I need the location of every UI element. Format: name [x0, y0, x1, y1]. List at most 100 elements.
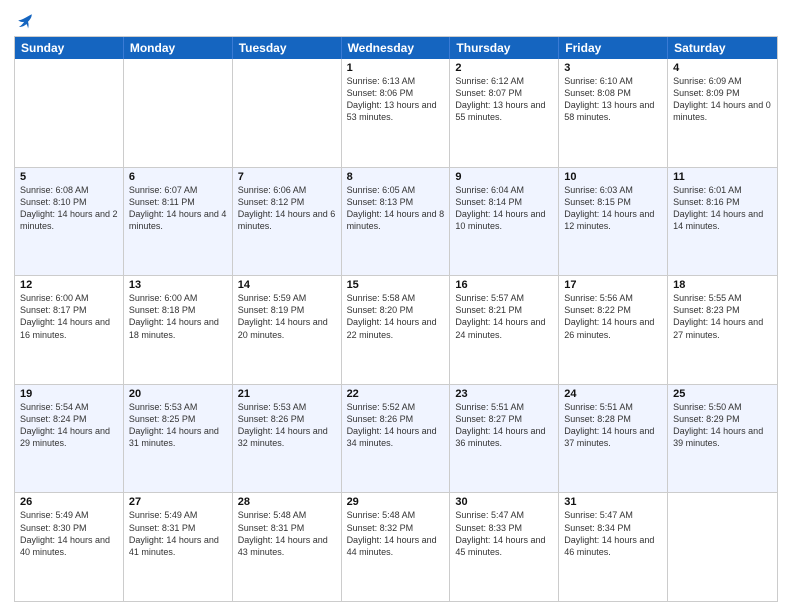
calendar-cell: 20Sunrise: 5:53 AM Sunset: 8:25 PM Dayli…: [124, 385, 233, 493]
cell-info-text: Sunrise: 6:07 AM Sunset: 8:11 PM Dayligh…: [129, 184, 227, 233]
calendar-row-4: 19Sunrise: 5:54 AM Sunset: 8:24 PM Dayli…: [15, 384, 777, 493]
cell-info-text: Sunrise: 5:56 AM Sunset: 8:22 PM Dayligh…: [564, 292, 662, 341]
cell-date-number: 21: [238, 388, 336, 400]
calendar-row-5: 26Sunrise: 5:49 AM Sunset: 8:30 PM Dayli…: [15, 492, 777, 601]
cell-info-text: Sunrise: 6:08 AM Sunset: 8:10 PM Dayligh…: [20, 184, 118, 233]
cell-info-text: Sunrise: 6:00 AM Sunset: 8:18 PM Dayligh…: [129, 292, 227, 341]
cell-info-text: Sunrise: 5:48 AM Sunset: 8:31 PM Dayligh…: [238, 509, 336, 558]
cell-date-number: 7: [238, 171, 336, 183]
calendar-cell: 21Sunrise: 5:53 AM Sunset: 8:26 PM Dayli…: [233, 385, 342, 493]
cell-date-number: 8: [347, 171, 445, 183]
cell-date-number: 30: [455, 496, 553, 508]
cell-date-number: 27: [129, 496, 227, 508]
weekday-header-wednesday: Wednesday: [342, 37, 451, 59]
cell-info-text: Sunrise: 6:01 AM Sunset: 8:16 PM Dayligh…: [673, 184, 772, 233]
cell-info-text: Sunrise: 5:49 AM Sunset: 8:30 PM Dayligh…: [20, 509, 118, 558]
calendar-cell: [15, 59, 124, 167]
calendar-row-3: 12Sunrise: 6:00 AM Sunset: 8:17 PM Dayli…: [15, 275, 777, 384]
calendar-header: SundayMondayTuesdayWednesdayThursdayFrid…: [15, 37, 777, 59]
calendar-cell: 10Sunrise: 6:03 AM Sunset: 8:15 PM Dayli…: [559, 168, 668, 276]
calendar-cell: 24Sunrise: 5:51 AM Sunset: 8:28 PM Dayli…: [559, 385, 668, 493]
cell-info-text: Sunrise: 5:59 AM Sunset: 8:19 PM Dayligh…: [238, 292, 336, 341]
cell-date-number: 29: [347, 496, 445, 508]
cell-info-text: Sunrise: 5:52 AM Sunset: 8:26 PM Dayligh…: [347, 401, 445, 450]
cell-date-number: 25: [673, 388, 772, 400]
calendar-cell: 28Sunrise: 5:48 AM Sunset: 8:31 PM Dayli…: [233, 493, 342, 601]
cell-info-text: Sunrise: 5:47 AM Sunset: 8:34 PM Dayligh…: [564, 509, 662, 558]
calendar-cell: 31Sunrise: 5:47 AM Sunset: 8:34 PM Dayli…: [559, 493, 668, 601]
cell-date-number: 20: [129, 388, 227, 400]
weekday-header-tuesday: Tuesday: [233, 37, 342, 59]
cell-info-text: Sunrise: 5:51 AM Sunset: 8:27 PM Dayligh…: [455, 401, 553, 450]
cell-date-number: 9: [455, 171, 553, 183]
cell-info-text: Sunrise: 5:55 AM Sunset: 8:23 PM Dayligh…: [673, 292, 772, 341]
cell-date-number: 13: [129, 279, 227, 291]
cell-date-number: 2: [455, 62, 553, 74]
logo-bird-icon: [16, 12, 34, 30]
cell-date-number: 17: [564, 279, 662, 291]
calendar-cell: [668, 493, 777, 601]
calendar-cell: 23Sunrise: 5:51 AM Sunset: 8:27 PM Dayli…: [450, 385, 559, 493]
cell-info-text: Sunrise: 6:10 AM Sunset: 8:08 PM Dayligh…: [564, 75, 662, 124]
cell-info-text: Sunrise: 6:06 AM Sunset: 8:12 PM Dayligh…: [238, 184, 336, 233]
cell-date-number: 11: [673, 171, 772, 183]
cell-date-number: 28: [238, 496, 336, 508]
cell-info-text: Sunrise: 5:53 AM Sunset: 8:26 PM Dayligh…: [238, 401, 336, 450]
cell-date-number: 6: [129, 171, 227, 183]
cell-date-number: 14: [238, 279, 336, 291]
calendar-cell: 19Sunrise: 5:54 AM Sunset: 8:24 PM Dayli…: [15, 385, 124, 493]
cell-date-number: 16: [455, 279, 553, 291]
cell-date-number: 4: [673, 62, 772, 74]
calendar-body: 1Sunrise: 6:13 AM Sunset: 8:06 PM Daylig…: [15, 59, 777, 601]
cell-date-number: 15: [347, 279, 445, 291]
cell-info-text: Sunrise: 5:57 AM Sunset: 8:21 PM Dayligh…: [455, 292, 553, 341]
weekday-header-sunday: Sunday: [15, 37, 124, 59]
cell-date-number: 31: [564, 496, 662, 508]
cell-info-text: Sunrise: 6:04 AM Sunset: 8:14 PM Dayligh…: [455, 184, 553, 233]
cell-date-number: 12: [20, 279, 118, 291]
calendar-cell: 29Sunrise: 5:48 AM Sunset: 8:32 PM Dayli…: [342, 493, 451, 601]
cell-date-number: 1: [347, 62, 445, 74]
weekday-header-thursday: Thursday: [450, 37, 559, 59]
calendar-cell: 4Sunrise: 6:09 AM Sunset: 8:09 PM Daylig…: [668, 59, 777, 167]
calendar-cell: 30Sunrise: 5:47 AM Sunset: 8:33 PM Dayli…: [450, 493, 559, 601]
calendar-cell: 13Sunrise: 6:00 AM Sunset: 8:18 PM Dayli…: [124, 276, 233, 384]
calendar-cell: 11Sunrise: 6:01 AM Sunset: 8:16 PM Dayli…: [668, 168, 777, 276]
calendar-row-2: 5Sunrise: 6:08 AM Sunset: 8:10 PM Daylig…: [15, 167, 777, 276]
calendar-cell: 7Sunrise: 6:06 AM Sunset: 8:12 PM Daylig…: [233, 168, 342, 276]
cell-date-number: 5: [20, 171, 118, 183]
cell-info-text: Sunrise: 5:49 AM Sunset: 8:31 PM Dayligh…: [129, 509, 227, 558]
weekday-header-saturday: Saturday: [668, 37, 777, 59]
weekday-header-monday: Monday: [124, 37, 233, 59]
calendar-cell: 5Sunrise: 6:08 AM Sunset: 8:10 PM Daylig…: [15, 168, 124, 276]
cell-info-text: Sunrise: 5:47 AM Sunset: 8:33 PM Dayligh…: [455, 509, 553, 558]
cell-date-number: 23: [455, 388, 553, 400]
cell-info-text: Sunrise: 6:09 AM Sunset: 8:09 PM Dayligh…: [673, 75, 772, 124]
cell-info-text: Sunrise: 6:13 AM Sunset: 8:06 PM Dayligh…: [347, 75, 445, 124]
calendar-cell: [233, 59, 342, 167]
cell-date-number: 19: [20, 388, 118, 400]
cell-info-text: Sunrise: 6:00 AM Sunset: 8:17 PM Dayligh…: [20, 292, 118, 341]
cell-info-text: Sunrise: 5:53 AM Sunset: 8:25 PM Dayligh…: [129, 401, 227, 450]
calendar-cell: 8Sunrise: 6:05 AM Sunset: 8:13 PM Daylig…: [342, 168, 451, 276]
calendar: SundayMondayTuesdayWednesdayThursdayFrid…: [14, 36, 778, 602]
cell-date-number: 26: [20, 496, 118, 508]
logo: [14, 10, 34, 30]
cell-date-number: 10: [564, 171, 662, 183]
calendar-cell: 26Sunrise: 5:49 AM Sunset: 8:30 PM Dayli…: [15, 493, 124, 601]
cell-date-number: 18: [673, 279, 772, 291]
calendar-cell: 3Sunrise: 6:10 AM Sunset: 8:08 PM Daylig…: [559, 59, 668, 167]
calendar-cell: 27Sunrise: 5:49 AM Sunset: 8:31 PM Dayli…: [124, 493, 233, 601]
calendar-cell: 18Sunrise: 5:55 AM Sunset: 8:23 PM Dayli…: [668, 276, 777, 384]
cell-info-text: Sunrise: 5:58 AM Sunset: 8:20 PM Dayligh…: [347, 292, 445, 341]
cell-info-text: Sunrise: 5:48 AM Sunset: 8:32 PM Dayligh…: [347, 509, 445, 558]
calendar-cell: 16Sunrise: 5:57 AM Sunset: 8:21 PM Dayli…: [450, 276, 559, 384]
cell-info-text: Sunrise: 6:03 AM Sunset: 8:15 PM Dayligh…: [564, 184, 662, 233]
calendar-cell: 25Sunrise: 5:50 AM Sunset: 8:29 PM Dayli…: [668, 385, 777, 493]
calendar-cell: [124, 59, 233, 167]
cell-info-text: Sunrise: 6:05 AM Sunset: 8:13 PM Dayligh…: [347, 184, 445, 233]
cell-date-number: 22: [347, 388, 445, 400]
cell-info-text: Sunrise: 6:12 AM Sunset: 8:07 PM Dayligh…: [455, 75, 553, 124]
calendar-cell: 9Sunrise: 6:04 AM Sunset: 8:14 PM Daylig…: [450, 168, 559, 276]
cell-date-number: 3: [564, 62, 662, 74]
